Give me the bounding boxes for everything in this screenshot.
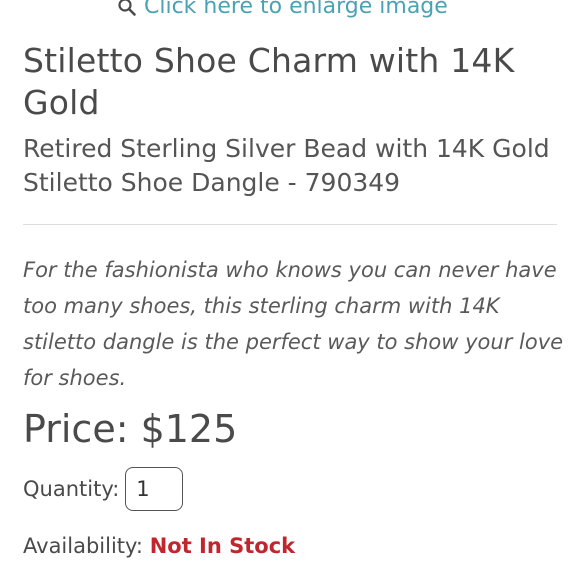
quantity-row: Quantity: (23, 466, 184, 512)
stock-status: Not In Stock (149, 534, 296, 558)
product-title: Stiletto Shoe Charm with 14K Gold (23, 41, 515, 122)
enlarge-image-label[interactable]: Click here to enlarge image (144, 0, 448, 19)
product-price: Price: $125 (23, 407, 238, 451)
enlarge-image-link[interactable]: Click here to enlarge image (116, 0, 448, 19)
product-subtitle: Retired Sterling Silver Bead with 14K Go… (23, 134, 550, 197)
quantity-input[interactable] (125, 467, 184, 511)
search-icon (116, 0, 138, 18)
section-divider (23, 224, 557, 225)
quantity-label: Quantity: (23, 477, 120, 501)
availability-row: Availability: Not In Stock (23, 534, 295, 558)
availability-label: Availability: (23, 534, 144, 558)
product-description: For the fashionista who knows you can ne… (23, 258, 564, 390)
